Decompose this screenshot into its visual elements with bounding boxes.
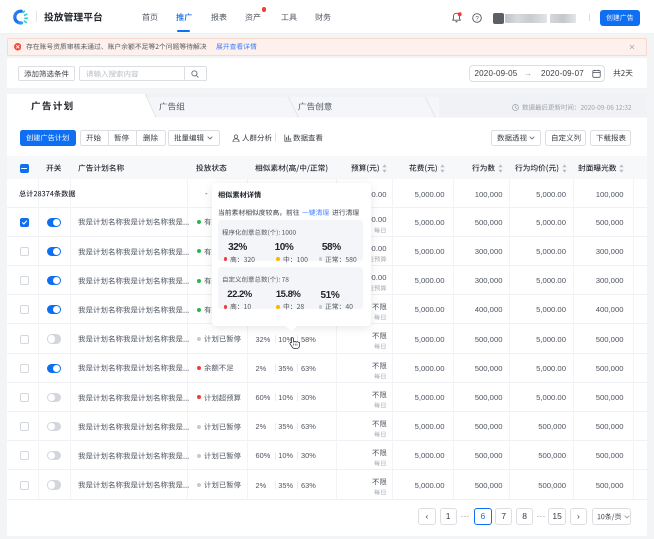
svg-text:?: ? [475, 15, 479, 22]
